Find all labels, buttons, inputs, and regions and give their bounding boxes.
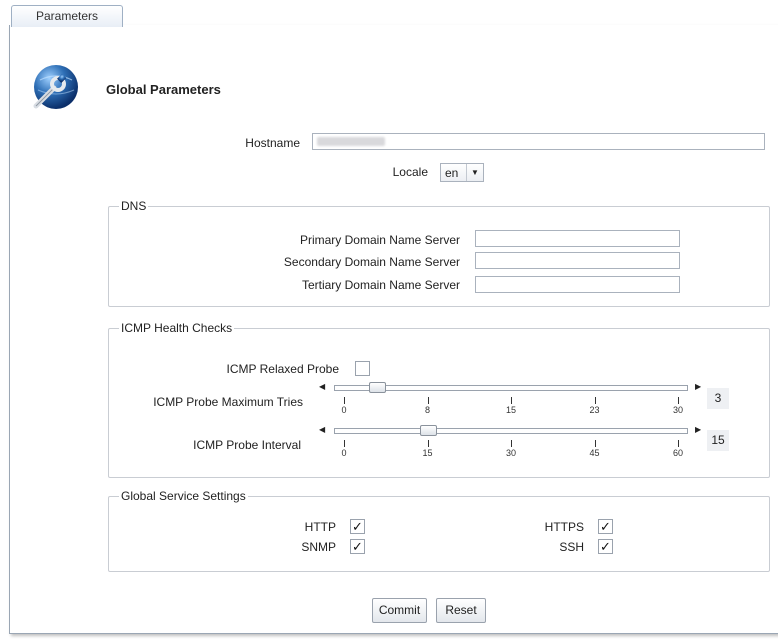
snmp-label: SNMP [301,540,336,554]
services-legend: Global Service Settings [121,489,246,503]
http-label: HTTP [304,520,336,534]
commit-button[interactable]: Commit [372,598,427,623]
icmp-max-tries-label: ICMP Probe Maximum Tries [153,395,303,409]
max-tries-left-arrow-icon[interactable]: ◀ [319,382,325,391]
max-tries-tick-label: 30 [672,405,683,415]
dns-legend: DNS [121,199,147,213]
max-tries-thumb[interactable] [369,382,387,393]
interval-tick [594,440,596,447]
max-tries-tick-label: 8 [424,405,430,415]
max-tries-tick [511,397,512,404]
max-tries-right-arrow-icon[interactable]: ▶ [695,382,701,391]
primary-dns-label: Primary Domain Name Server [299,233,460,247]
secondary-dns-label: Secondary Domain Name Server [283,255,460,269]
tertiary-dns-label: Tertiary Domain Name Server [301,278,460,292]
interval-tick [344,440,345,447]
https-checkbox[interactable]: ✓ [598,519,613,534]
max-tries-tick [594,397,596,404]
hostname-input[interactable] [312,133,765,150]
interval-left-arrow-icon[interactable]: ◀ [319,425,325,434]
max-tries-tick-label: 15 [505,405,516,415]
interval-tick [511,440,512,447]
interval-thumb[interactable] [419,425,437,436]
interval-track[interactable] [334,428,688,434]
hostname-label: Hostname [245,136,300,150]
page-title: Global Parameters [106,82,221,97]
max-tries-tick-label: 0 [341,405,347,415]
wrench-globe-icon [30,62,82,114]
chevron-down-icon[interactable]: ▼ [466,164,483,181]
primary-dns-input[interactable] [475,230,680,247]
max-tries-track[interactable] [334,385,688,391]
interval-tick-label: 45 [589,448,600,458]
hostname-value-redacted [317,137,385,146]
tertiary-dns-input[interactable] [475,276,680,293]
max-tries-tick [344,397,345,404]
locale-selected-value: en [445,166,459,180]
ssh-checkbox[interactable]: ✓ [598,539,613,554]
icmp-max-tries-value: 3 [707,388,729,409]
icmp-relaxed-checkbox[interactable] [355,361,370,376]
interval-right-arrow-icon[interactable]: ▶ [695,425,701,434]
icmp-legend: ICMP Health Checks [121,321,233,335]
locale-label: Locale [392,165,428,179]
interval-tick [678,440,679,447]
icmp-relaxed-label: ICMP Relaxed Probe [226,362,340,376]
icmp-interval-label: ICMP Probe Interval [193,438,301,452]
max-tries-tick [678,397,679,404]
icmp-interval-value: 15 [707,430,729,451]
ssh-label: SSH [559,540,584,554]
interval-tick [427,440,429,447]
http-checkbox[interactable]: ✓ [350,519,365,534]
interval-tick-label: 30 [505,448,516,458]
https-label: HTTPS [544,520,584,534]
interval-tick-label: 0 [341,448,347,458]
tab-parameters[interactable]: Parameters [11,5,123,27]
services-fieldset: Global Service Settings [108,489,770,572]
interval-tick-label: 60 [672,448,683,458]
max-tries-tick-label: 23 [589,405,600,415]
max-tries-tick [427,397,429,404]
secondary-dns-input[interactable] [475,252,680,269]
reset-button[interactable]: Reset [436,598,486,623]
locale-select[interactable]: en ▼ [440,163,484,182]
snmp-checkbox[interactable]: ✓ [350,539,365,554]
interval-tick-label: 15 [422,448,433,458]
